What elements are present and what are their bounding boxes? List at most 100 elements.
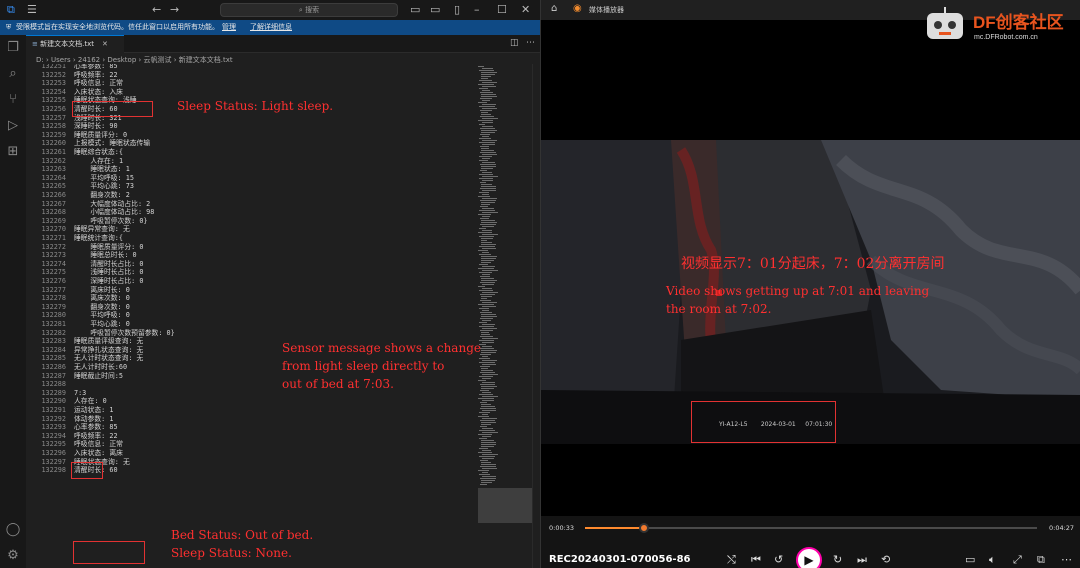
minimap-slider[interactable]: [478, 488, 532, 523]
line-text: 平均呼吸: 0: [74, 311, 130, 320]
settings-gear-icon[interactable]: ⚙: [0, 548, 26, 563]
explorer-icon[interactable]: ❐: [0, 40, 26, 55]
repeat-off-icon[interactable]: ⟲: [881, 553, 890, 566]
breadcrumb-item[interactable]: Desktop: [107, 56, 136, 64]
layout-icon[interactable]: ▭: [410, 3, 420, 16]
forward-30-icon[interactable]: ↻: [833, 553, 842, 566]
minimap-line: [480, 330, 494, 331]
panel-icon[interactable]: ▭: [430, 3, 440, 16]
split-editor-icon[interactable]: ◫: [510, 38, 519, 48]
breadcrumb-item[interactable]: 云帆测试: [144, 56, 172, 64]
minimap-line: [479, 336, 494, 337]
play-button[interactable]: ▶: [796, 547, 822, 568]
miniplayer-icon[interactable]: ⧉: [1037, 553, 1045, 567]
seek-bar[interactable]: [585, 523, 1037, 533]
manage-link[interactable]: 管理: [222, 20, 236, 35]
learn-more-link[interactable]: 了解详细信息: [250, 20, 292, 35]
minimap-line: [481, 262, 491, 263]
line-number: 132267: [41, 199, 66, 208]
shuffle-icon[interactable]: ⤭: [727, 553, 736, 567]
fullscreen-icon[interactable]: ⤢: [1013, 553, 1022, 567]
minimap-line: [480, 76, 491, 77]
previous-icon[interactable]: ⏮: [751, 553, 761, 567]
shield-icon: ⛨: [6, 23, 12, 31]
account-icon[interactable]: ◯: [0, 522, 26, 537]
line-text: 离床次数: 0: [74, 294, 130, 303]
minimap-line: [480, 206, 489, 207]
minimap-line: [481, 104, 496, 105]
minimap-line: [478, 232, 493, 233]
line-text: 心率参数: 85: [74, 423, 118, 432]
minimap-line: [481, 342, 495, 343]
tab-new-text-document[interactable]: ≡ 新建文本文档.txt ✕: [26, 35, 124, 53]
minimap-line: [481, 202, 495, 203]
minimap-line: [478, 250, 489, 251]
back-arrow-icon[interactable]: ←: [152, 3, 161, 16]
close-icon[interactable]: ✕: [521, 3, 530, 16]
minimap-line: [480, 224, 496, 225]
line-number: 132282: [41, 328, 66, 337]
more-actions-icon[interactable]: ⋯: [526, 38, 535, 48]
breadcrumb-item[interactable]: 新建文本文档.txt: [179, 56, 233, 64]
forward-arrow-icon[interactable]: →: [170, 3, 179, 16]
minimap-line: [481, 270, 498, 271]
player-title: 媒体播放器: [589, 6, 624, 14]
play-icon: ▶: [804, 553, 814, 567]
next-icon[interactable]: ⏭: [857, 553, 867, 567]
minimap-line: [481, 450, 491, 451]
line-number: 132277: [41, 285, 66, 294]
minimap-line: [478, 470, 490, 471]
minimap-line: [479, 366, 491, 367]
minimap-line: [478, 326, 495, 327]
search-icon[interactable]: ⌕: [0, 66, 26, 81]
line-number: 132273: [41, 251, 66, 260]
sidebar-toggle-icon[interactable]: ▯: [454, 3, 460, 16]
minimap-line: [481, 180, 493, 181]
line-number: 132294: [41, 431, 66, 440]
run-debug-icon[interactable]: ▷: [0, 118, 26, 133]
minimap-line: [480, 186, 496, 187]
line-text: 无人计时时长:60: [74, 363, 128, 371]
minimap-line: [480, 222, 497, 223]
seek-thumb[interactable]: [638, 523, 649, 533]
subtitles-icon[interactable]: ▭: [965, 553, 975, 566]
breadcrumb-item[interactable]: 24162: [78, 56, 100, 64]
rewind-10-icon[interactable]: ↺: [774, 553, 783, 566]
minimap-line: [480, 130, 497, 131]
minimap-line: [481, 86, 496, 87]
line-number: 132265: [41, 182, 66, 191]
menu-icon[interactable]: ☰: [27, 3, 37, 16]
home-icon[interactable]: ⌂: [551, 3, 557, 14]
breadcrumb-item[interactable]: D:: [36, 56, 44, 64]
maximize-icon[interactable]: ☐: [497, 3, 507, 16]
line-text: 无人计时状态查询: 无: [74, 354, 144, 363]
highlight-sleep-light: [72, 101, 153, 117]
minimap-line: [481, 338, 498, 339]
line-text: 呼吸信息: 正常: [74, 440, 123, 449]
more-options-icon[interactable]: ⋯: [1061, 553, 1072, 566]
minimap-line: [480, 170, 488, 171]
tab-close-icon[interactable]: ✕: [102, 40, 108, 48]
minimap-line: [479, 394, 493, 395]
activity-bar: ❐ ⌕ ⑂ ▷ ⊞ ◯ ⚙: [0, 35, 26, 568]
minimap-line: [478, 120, 494, 121]
command-search-box[interactable]: ⌕ 搜索: [220, 3, 398, 17]
minimap-line: [479, 384, 496, 385]
line-text: 睡眠质量评分: 0: [74, 242, 144, 251]
editor-scrollbar[interactable]: [532, 64, 540, 568]
line-text: 呼吸信息: 正常: [74, 79, 123, 88]
extensions-icon[interactable]: ⊞: [0, 144, 26, 159]
minimap-line: [480, 370, 493, 371]
line-text: 人存在: 0: [74, 397, 107, 406]
minimap-line: [481, 166, 497, 167]
line-number: 132276: [41, 277, 66, 285]
breadcrumb-item[interactable]: Users: [51, 56, 71, 64]
line-number: 132258: [41, 122, 66, 131]
source-control-icon[interactable]: ⑂: [0, 92, 26, 107]
line-number: 132292: [41, 414, 66, 423]
minimap-line: [479, 116, 494, 117]
editor-text-area[interactable]: 132251 心率参数: 85 132252 呼吸频率: 22 132253 呼吸信息: …: [26, 64, 540, 568]
minimap-line: [480, 406, 495, 407]
minimize-icon[interactable]: –: [474, 3, 480, 16]
volume-icon[interactable]: 🔈︎: [989, 553, 996, 567]
